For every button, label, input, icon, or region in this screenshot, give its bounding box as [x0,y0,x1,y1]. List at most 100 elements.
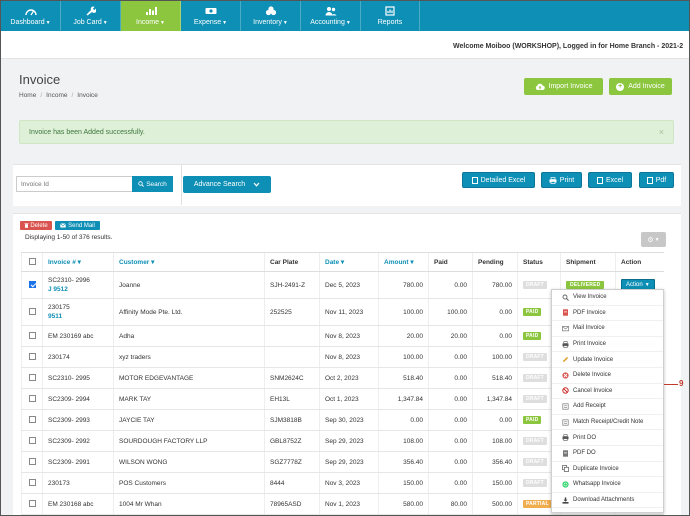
nav-item-dashboard[interactable]: Dashboard ▼ [1,1,61,31]
invoice-date: Sep 29, 2023 [325,437,364,445]
menu-item-whatsapp-invoice[interactable]: Whatsapp Invoice [552,477,663,493]
invoice-number[interactable]: SC2310- 2996 [48,277,90,284]
invoice-number[interactable]: SC2309- 2993 [48,417,90,424]
sort-caret-icon: ▾ [340,259,345,266]
car-plate: SJM3818B [270,416,302,424]
invoice-number[interactable]: 230173 [48,480,70,487]
invoice-id-search-input[interactable] [16,176,133,192]
row-checkbox[interactable] [21,493,43,515]
print-button[interactable]: Print [541,172,582,188]
invoice-number[interactable]: EM 230168 abc [48,501,94,508]
send-mail-button[interactable]: Send Mail [55,221,100,230]
status-badge: DRAFT [523,458,547,466]
menu-item-update-invoice[interactable]: Update Invoice [552,352,663,368]
add-invoice-label: Add Invoice [628,83,665,90]
invoice-number-cell: SC2309- 2993 [42,409,114,431]
import-invoice-label: Import Invoice [548,83,593,90]
menu-item-view-invoice[interactable]: View Invoice [552,290,663,306]
invoice-job-ref[interactable]: J 9512 [48,286,113,293]
row-checkbox[interactable] [21,472,43,494]
menu-item-print-invoice[interactable]: Print Invoice [552,337,663,353]
nav-item-job-card[interactable]: Job Card ▼ [61,1,121,31]
pending-amount: 500.00 [492,500,512,508]
status-badge: PAID [523,332,542,340]
invoice-number[interactable]: SC2309- 2992 [48,438,90,445]
car-plate: SNM2624C [270,374,304,382]
invoice-number[interactable]: SC2309- 2991 [48,459,90,466]
invoice-number[interactable]: EM 230169 abc [48,333,94,340]
menu-item-mail-invoice[interactable]: Mail Invoice [552,321,663,337]
paid-cell: 100.00 [428,298,473,326]
callout-line [664,384,678,385]
row-checkbox[interactable] [21,388,43,410]
menu-item-duplicate-invoice[interactable]: Duplicate Invoice [552,462,663,478]
menu-item-pdf-do[interactable]: PDF DO [552,446,663,462]
nav-item-accounting[interactable]: Accounting ▼ [301,1,361,31]
advance-search-button[interactable]: Advance Search [183,176,271,193]
excel-button[interactable]: Excel [588,172,632,188]
row-checkbox[interactable] [21,430,43,452]
column-settings-button[interactable]: ⚙ ▼ [641,232,666,247]
customer-cell: Joanne [113,271,265,299]
nav-item-income[interactable]: Income ▼ [121,1,181,31]
add-invoice-button[interactable]: + Add Invoice [609,78,672,95]
row-checkbox[interactable] [21,298,43,326]
column-header-customer[interactable]: Customer ▾ [113,252,265,272]
invoice-number[interactable]: SC2310- 2995 [48,375,90,382]
invoice-number[interactable]: 230175 [48,304,70,311]
menu-item-cancel-invoice[interactable]: Cancel Invoice [552,384,663,400]
nav-item-reports[interactable]: Reports [361,1,420,31]
pending-cell: 0.00 [472,325,518,347]
row-checkbox[interactable] [21,409,43,431]
column-header-invoice[interactable]: Invoice # ▾ [42,252,114,272]
close-icon[interactable]: × [659,127,664,137]
pdf-label: Pdf [655,176,667,184]
column-header-date[interactable]: Date ▾ [319,252,379,272]
menu-item-download-attachments[interactable]: Download Attachments [552,493,663,509]
invoice-number[interactable]: 230174 [48,354,70,361]
menu-item-pdf-invoice[interactable]: PDF Invoice [552,306,663,322]
select-all-checkbox[interactable] [21,252,43,272]
sort-caret-icon: ▾ [77,259,81,266]
menu-item-delete-invoice[interactable]: Delete Invoice [552,368,663,384]
customer-name: MARK TAY [119,395,152,403]
breadcrumb-home[interactable]: Home [19,92,36,99]
column-header-amount[interactable]: Amount ▾ [378,252,429,272]
nav-item-expense[interactable]: Expense ▼ [181,1,241,31]
paid-cell: 20.00 [428,325,473,347]
row-checkbox[interactable] [21,346,43,368]
customer-name: MOTOR EDGEVANTAGE [119,374,194,382]
caret-down-icon: ▼ [45,19,51,26]
detailed-excel-button[interactable]: Detailed Excel [462,172,535,188]
menu-item-print-do[interactable]: Print DO [552,430,663,446]
pdf-icon [562,309,569,317]
excel-file-icon [596,176,603,184]
menu-item-add-receipt[interactable]: Add Receipt [552,399,663,415]
sort-caret-icon: ▾ [151,259,155,266]
menu-item-match-receipt-credit-note[interactable]: Match Receipt/Credit Note [552,415,663,431]
row-checkbox[interactable] [21,325,43,347]
customer-cell: SOURDOUGH FACTORY LLP [113,430,265,452]
column-header-status: Status [517,252,561,272]
app-window: Dashboard ▼ Job Card ▼ Income ▼ Expense ▼ Invent… [0,0,690,516]
amount: 100.00 [403,308,423,316]
invoice-job-ref[interactable]: 9511 [48,313,113,320]
nav-item-inventory[interactable]: Inventory ▼ [241,1,301,31]
customer-name: Joanne [119,281,141,289]
invoice-date: Nov 11, 2023 [325,308,364,316]
paid-cell: 0.00 [428,430,473,452]
breadcrumb-income[interactable]: Income [46,92,67,99]
invoice-number[interactable]: SC2309- 2994 [48,396,90,403]
search-button[interactable]: Search [132,176,173,192]
row-checkbox[interactable] [21,451,43,473]
customer-cell: Adha [113,325,265,347]
pdf-button[interactable]: Pdf [639,172,674,188]
menu-item-label: Match Receipt/Credit Note [573,419,644,426]
invoice-date: Nov 3, 2023 [325,479,361,487]
delete-button[interactable]: Delete [20,221,52,230]
row-checkbox[interactable] [21,367,43,389]
row-checkbox[interactable] [21,271,43,299]
import-invoice-button[interactable]: Import Invoice [524,78,603,95]
amount: 20.00 [406,332,423,340]
paid-cell: 0.00 [428,271,473,299]
